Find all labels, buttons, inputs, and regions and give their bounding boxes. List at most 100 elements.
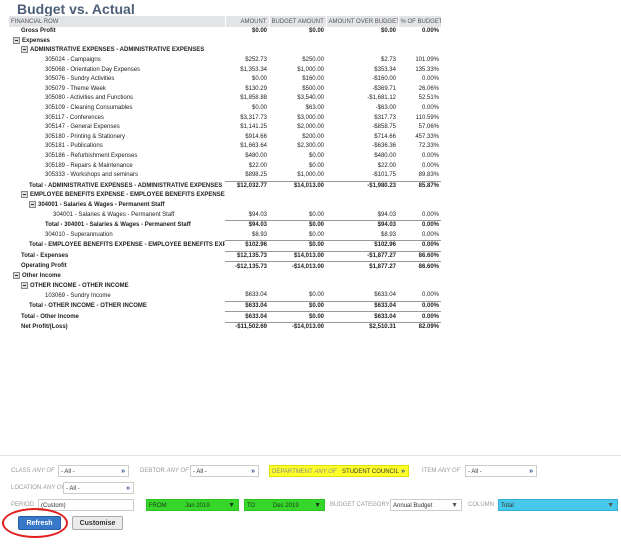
row-label: 103069 - Sundry Income xyxy=(9,291,225,301)
cell-pct: 0.00% xyxy=(398,240,441,252)
row-label: 305068 - Orientation Day Expenses xyxy=(9,65,225,75)
row-label: 305080 - Activities and Functions xyxy=(9,94,225,104)
cell-over: $0.00 xyxy=(380,28,396,35)
col-budget-amount[interactable]: BUDGET AMOUNT xyxy=(269,16,327,27)
row-label: Total - OTHER INCOME - OTHER INCOME xyxy=(9,301,225,312)
cell-over: $94.03 xyxy=(326,219,398,231)
refresh-button[interactable]: Refresh xyxy=(18,516,61,530)
to-period-select[interactable]: TO Dec 2019 ▼ xyxy=(244,499,325,511)
budget-category-select[interactable]: Annual Budget ▼ xyxy=(390,499,462,511)
cell-amount xyxy=(225,191,269,201)
row-label: 305181 - Publications xyxy=(9,142,225,152)
total-row: Operating Profit -$12,135.73 -$14,013.00 $1… xyxy=(9,261,441,272)
row-label: 305147 - General Expenses xyxy=(9,123,225,133)
section-row: Other Income xyxy=(9,272,441,282)
cell-budget: $160.00 xyxy=(302,76,324,83)
cell-amount: $22.00 xyxy=(248,162,267,169)
section-row: Expenses xyxy=(9,36,441,47)
debtor-filter-label: DEBTOR ANY OF xyxy=(140,468,189,474)
cell-amount: $102.96 xyxy=(225,240,269,252)
from-label: FROM xyxy=(149,503,167,509)
row-label-text: 305109 - Cleaning Consumables xyxy=(45,105,133,112)
collapse-toggle-icon[interactable] xyxy=(21,46,28,54)
item-filter-label: ITEM ANY OF xyxy=(422,468,461,474)
debtor-select[interactable]: - All -» xyxy=(190,465,259,477)
cell-over: $480.00 xyxy=(374,153,396,160)
total-row: Total - OTHER INCOME - OTHER INCOME $633.… xyxy=(9,300,441,312)
row-label: 305180 - Printing & Stationery xyxy=(9,133,225,143)
row-label-text: 305076 - Sundry Activities xyxy=(45,76,115,83)
row-label: Expenses xyxy=(9,36,225,47)
cell-budget xyxy=(269,191,326,201)
department-filter-label: DEPARTMENT ANY OF xyxy=(272,469,337,475)
col-financial-row[interactable]: FINANCIAL ROW xyxy=(9,16,226,27)
cell-over: -$160.00 xyxy=(372,76,396,83)
table-row: 305181 - Publications $1,663.64 $2,300.00 -… xyxy=(9,142,441,152)
table-row: 305189 - Repairs & Maintenance $22.00 $0.0… xyxy=(9,161,441,171)
row-label-text: Operating Profit xyxy=(21,263,67,270)
cell-amount: $633.04 xyxy=(225,300,269,312)
cell-budget: $500.00 xyxy=(302,85,324,92)
row-label: Gross Profit xyxy=(9,27,225,37)
row-label-text: Total - ADMINISTRATIVE EXPENSES - ADMINI… xyxy=(29,182,223,189)
cell-budget: $0.00 xyxy=(308,211,324,218)
cell-budget: $14,013.00 xyxy=(269,180,326,192)
cell-over: $317.73 xyxy=(374,114,396,121)
cell-budget: $0.00 xyxy=(269,300,326,312)
caret-down-icon: ▼ xyxy=(314,502,321,509)
cell-amount: $8.93 xyxy=(251,231,267,238)
section-row: 304001 - Salaries & Wages - Permanent St… xyxy=(9,200,441,211)
row-label: 305117 - Conferences xyxy=(9,113,225,123)
cell-amount xyxy=(225,281,269,291)
class-select[interactable]: - All -» xyxy=(58,465,129,477)
cell-budget: $14,013.00 xyxy=(269,250,326,262)
location-select[interactable]: - All -» xyxy=(63,482,134,494)
item-select[interactable]: - All -» xyxy=(465,465,537,477)
row-label-text: 305180 - Printing & Stationery xyxy=(45,133,126,140)
col-percent-of-budget[interactable]: % OF BUDGET xyxy=(398,16,442,27)
row-label: 305109 - Cleaning Consumables xyxy=(9,104,225,114)
cell-pct: 0.00% xyxy=(421,28,439,35)
cell-pct xyxy=(398,281,441,291)
cell-over: $633.04 xyxy=(326,311,398,323)
table-row: 305147 - General Expenses $1,141.25 $2,000… xyxy=(9,123,441,133)
cell-pct: 135.33% xyxy=(415,66,439,73)
cell-pct xyxy=(398,201,441,211)
cell-over: -$101.75 xyxy=(372,172,396,179)
cell-over: -$858.75 xyxy=(372,124,396,131)
cell-over: $102.96 xyxy=(326,240,398,252)
column-label: COLUMN xyxy=(468,502,495,508)
cell-pct: 101.09% xyxy=(415,57,439,64)
cell-over xyxy=(326,201,398,211)
row-label: 305189 - Repairs & Maintenance xyxy=(9,161,225,171)
cell-pct: 457.33% xyxy=(415,133,439,140)
cell-amount: $633.04 xyxy=(245,292,267,299)
from-value: Jan 2019 xyxy=(185,503,210,509)
row-label-text: EMPLOYEE BENEFITS EXPENSE - EMPLOYEE BEN… xyxy=(30,192,225,199)
period-select[interactable]: (Custom) xyxy=(38,499,134,511)
table-row: 305117 - Conferences $3,317.73 $3,000.00 $3… xyxy=(9,113,441,123)
table-row: 305076 - Sundry Activities $0.00 $160.00 -$… xyxy=(9,75,441,85)
cell-pct: 0.00% xyxy=(398,300,441,312)
cell-budget: $0.00 xyxy=(308,162,324,169)
col-amount[interactable]: AMOUNT xyxy=(225,16,270,27)
collapse-toggle-icon[interactable] xyxy=(13,272,20,280)
cell-pct: 85.87% xyxy=(398,180,441,192)
department-value: STUDENT COUNCIL xyxy=(342,469,399,475)
from-period-select[interactable]: FROM Jan 2019 ▼ xyxy=(146,499,239,511)
collapse-toggle-icon[interactable] xyxy=(13,36,20,44)
cell-pct xyxy=(398,37,441,47)
row-label: OTHER INCOME - OTHER INCOME xyxy=(9,281,225,291)
collapse-toggle-icon[interactable] xyxy=(29,200,36,208)
customise-button[interactable]: Customise xyxy=(72,516,123,530)
collapse-toggle-icon[interactable] xyxy=(21,191,28,199)
col-amount-over-budget[interactable]: AMOUNT OVER BUDGET xyxy=(326,16,399,27)
table-row: Gross Profit $0.00 $0.00 $0.00 0.00% xyxy=(9,27,441,37)
chevron-down-icon: » xyxy=(121,468,125,475)
department-filter[interactable]: DEPARTMENT ANY OF STUDENT COUNCIL » xyxy=(269,465,409,477)
row-label-text: 305186 - Refurbishment Expenses xyxy=(45,153,138,160)
column-select[interactable]: Total ▼ xyxy=(498,499,618,511)
row-label: 304010 - Superannuation xyxy=(9,230,225,240)
row-label-text: Total - Expenses xyxy=(21,252,69,259)
collapse-toggle-icon[interactable] xyxy=(21,281,28,289)
